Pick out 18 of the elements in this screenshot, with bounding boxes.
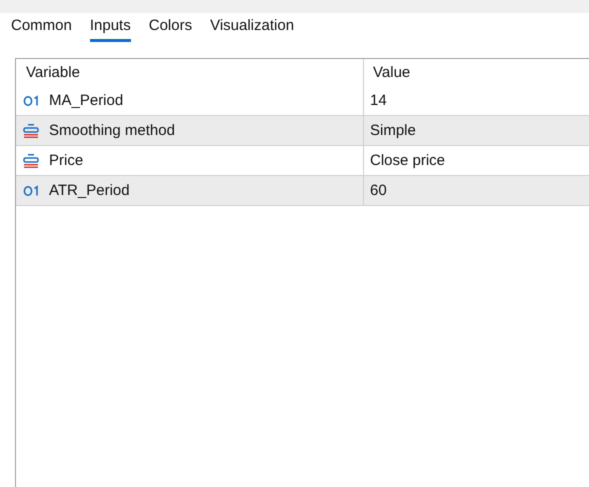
variable-value[interactable]: Close price [370, 152, 446, 169]
column-header: Value [373, 64, 410, 81]
integer-type-icon [23, 184, 41, 196]
tab[interactable]: Colors [148, 13, 192, 42]
variable-value[interactable]: Simple [370, 122, 416, 139]
list-type-icon [23, 124, 41, 138]
variable-name: MA_Period [49, 92, 124, 109]
column-header: Variable [26, 64, 80, 81]
tab[interactable]: Common [11, 13, 72, 42]
variable-value[interactable]: 60 [370, 182, 387, 199]
list-type-icon [23, 154, 41, 168]
variable-name: ATR_Period [49, 182, 130, 199]
variable-value[interactable]: 14 [370, 92, 387, 109]
variable-name: Price [49, 152, 84, 169]
tab[interactable]: Visualization [210, 13, 294, 42]
variable-name: Smoothing method [49, 122, 175, 139]
tab[interactable]: Inputs [90, 13, 131, 42]
integer-type-icon [23, 94, 41, 106]
